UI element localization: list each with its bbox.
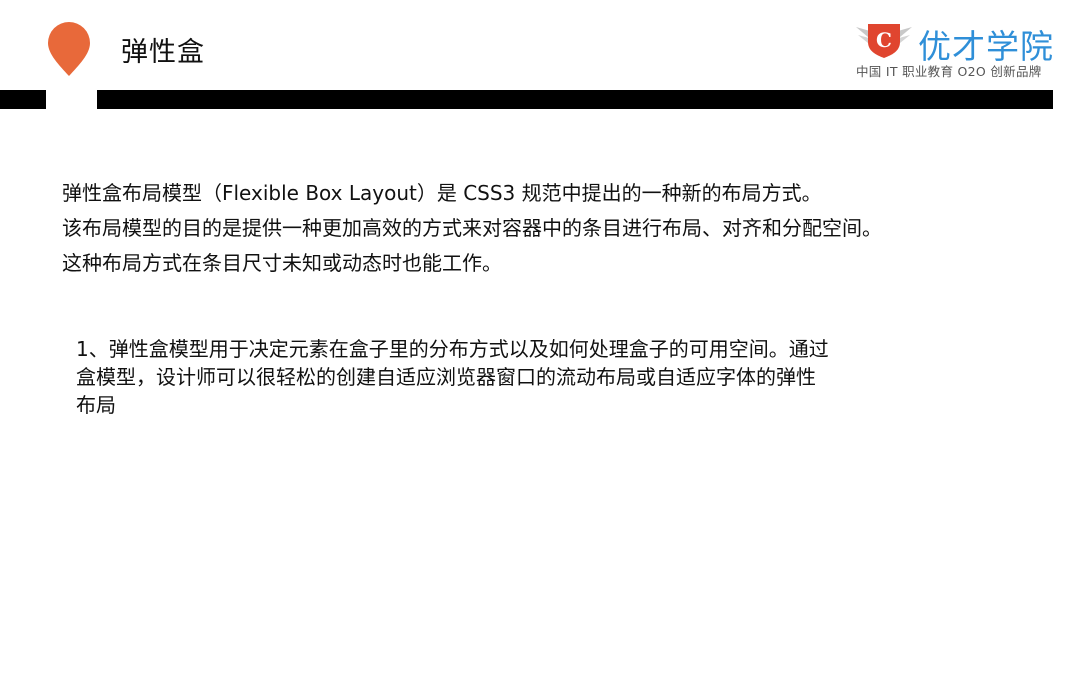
point-line: 布局 [76,393,116,417]
logo-badge-letter: C [876,28,892,52]
point-line: 1、弹性盒模型用于决定元素在盒子里的分布方式以及如何处理盒子的可用空间。通过 [76,337,829,361]
location-pin-icon [48,22,90,76]
intro-line: 该布局模型的目的是提供一种更加高效的方式来对容器中的条目进行布局、对齐和分配空间… [62,216,882,240]
intro-line: 这种布局方式在条目尺寸未知或动态时也能工作。 [62,251,502,275]
point-1-paragraph: 1、弹性盒模型用于决定元素在盒子里的分布方式以及如何处理盒子的可用空间。通过 盒… [76,335,986,419]
slide-title: 弹性盒 [121,37,205,68]
logo-tagline: 中国 IT 职业教育 O2O 创新品牌 [856,64,1042,79]
point-line: 盒模型，设计师可以很轻松的创建自适应浏览器窗口的流动布局或自适应字体的弹性 [76,365,816,389]
intro-line: 弹性盒布局模型（Flexible Box Layout）是 CSS3 规范中提出… [62,181,822,205]
logo-badge-icon: C [856,24,912,58]
brand-logo: C 优才学院 中国 IT 职业教育 O2O 创新品牌 [854,20,1054,80]
header-rule-right [97,90,1053,109]
header-rule-left [0,90,46,109]
intro-paragraph: 弹性盒布局模型（Flexible Box Layout）是 CSS3 规范中提出… [62,176,1082,281]
